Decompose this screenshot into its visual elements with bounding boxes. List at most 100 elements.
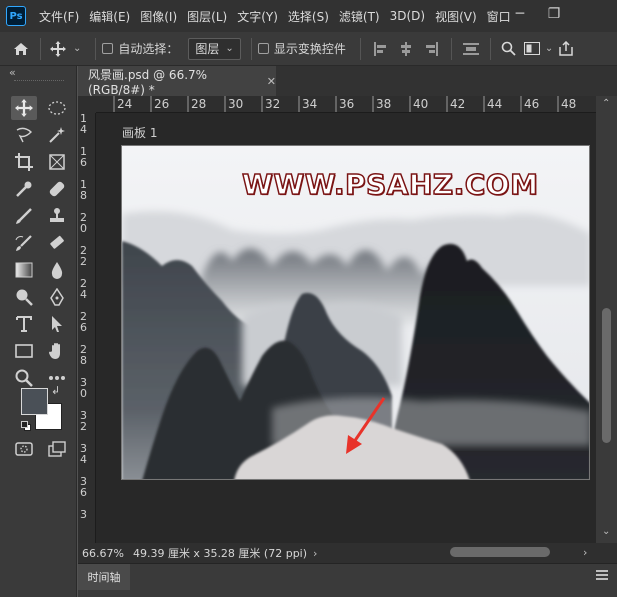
ruler-label: 48: [561, 97, 577, 111]
chevron-down-icon[interactable]: ⌄: [73, 43, 81, 54]
ruler-label: 42: [450, 97, 466, 111]
share-icon[interactable]: [555, 41, 577, 56]
divider: [95, 37, 97, 60]
watermark-text: WWW.PSAHZ.COM: [241, 167, 539, 202]
chevron-down-icon: ⌄: [225, 43, 234, 54]
zoom-level[interactable]: 66.67%: [82, 547, 124, 560]
menu-bar: Ps 文件(F) 编辑(E) 图像(I) 图层(L) 文字(Y) 选择(S) 滤…: [0, 0, 617, 32]
ruler-label: 3: [80, 508, 87, 521]
minimize-button[interactable]: ─: [506, 0, 534, 28]
hand-icon[interactable]: [44, 339, 70, 363]
artboard-label[interactable]: 画板 1: [122, 124, 157, 141]
align-left-icon[interactable]: [367, 41, 393, 56]
menu-layer[interactable]: 图层(L): [182, 8, 232, 25]
status-menu-arrow[interactable]: ›: [313, 547, 317, 560]
healing-icon[interactable]: [44, 177, 70, 201]
menu-edit[interactable]: 编辑(E): [84, 8, 135, 25]
panel-menu-icon[interactable]: [596, 569, 608, 583]
type-icon[interactable]: [11, 312, 37, 336]
timeline-tab[interactable]: 时间轴: [78, 564, 130, 590]
vertical-ruler[interactable]: 1 4 1 6 1 8 2 0 2 2 2 4 2 6 2 8 3 0 3 2 …: [78, 113, 96, 543]
menu-file[interactable]: 文件(F): [34, 8, 84, 25]
magic-wand-icon[interactable]: [44, 123, 70, 147]
scroll-up-icon[interactable]: ⌃: [602, 98, 610, 109]
artboard-canvas[interactable]: WWW.PSAHZ.COM: [121, 145, 590, 480]
divider: [450, 37, 452, 60]
ruler-label: 26: [154, 97, 170, 111]
history-brush-icon[interactable]: [11, 231, 37, 255]
close-icon[interactable]: ✕: [267, 75, 276, 88]
crop-icon[interactable]: [11, 150, 37, 174]
menu-filter[interactable]: 滤镜(T): [334, 8, 385, 25]
vertical-scroll-thumb[interactable]: [602, 308, 611, 443]
tools-panel: « ↲: [0, 66, 77, 597]
document-tab[interactable]: 风景画.psd @ 66.7%(RGB/8#) * ✕: [78, 66, 276, 97]
collapse-panel-icon[interactable]: «: [9, 66, 16, 79]
restore-button[interactable]: ❐: [540, 0, 568, 28]
rectangle-icon[interactable]: [11, 339, 37, 363]
horizontal-ruler[interactable]: 24 26 28 30 32 34 36 38 40 42 44 46 48: [96, 96, 596, 113]
ruler-label: 2 4: [80, 277, 87, 301]
horizontal-scroll-thumb[interactable]: [450, 547, 550, 557]
menu-view[interactable]: 视图(V): [430, 8, 482, 25]
layer-select-dropdown[interactable]: 图层 ⌄: [188, 37, 241, 60]
document-title: 风景画.psd @ 66.7%(RGB/8#) *: [88, 67, 208, 97]
chevron-down-icon[interactable]: ⌄: [545, 43, 553, 54]
ruler-label: 3 0: [80, 376, 87, 400]
align-right-icon[interactable]: [419, 41, 445, 56]
timeline-panel: 时间轴: [78, 563, 617, 597]
show-transform-checkbox[interactable]: [257, 43, 269, 54]
menu-3d[interactable]: 3D(D): [385, 9, 430, 23]
ruler-label: 34: [302, 97, 318, 111]
ruler-label: 3 4: [80, 442, 87, 466]
blur-icon[interactable]: [44, 258, 70, 282]
lasso-icon[interactable]: [11, 123, 37, 147]
gradient-icon[interactable]: [11, 258, 37, 282]
menu-type[interactable]: 文字(Y): [232, 8, 283, 25]
eraser-icon[interactable]: [44, 231, 70, 255]
scroll-right-icon[interactable]: ›: [583, 546, 587, 559]
home-icon[interactable]: [8, 37, 34, 61]
frame-icon[interactable]: [521, 42, 543, 55]
align-center-icon[interactable]: [393, 41, 419, 56]
default-colors-icon[interactable]: [21, 421, 31, 431]
divider: [489, 37, 491, 60]
ruler-label: 28: [191, 97, 207, 111]
brush-icon[interactable]: [11, 204, 37, 228]
stamp-icon[interactable]: [44, 204, 70, 228]
dodge-icon[interactable]: [11, 285, 37, 309]
ruler-label: 38: [376, 97, 392, 111]
move-tool-icon[interactable]: [11, 96, 37, 120]
photoshop-logo-icon[interactable]: Ps: [6, 6, 26, 26]
distribute-icon[interactable]: [458, 42, 484, 56]
divider: [359, 37, 361, 60]
ruler-label: 46: [524, 97, 540, 111]
canvas-workspace[interactable]: 画板 1 WWW.PSAHZ.COM: [96, 113, 596, 543]
move-icon[interactable]: [47, 37, 69, 61]
eyedropper-icon[interactable]: [11, 177, 37, 201]
auto-select-checkbox[interactable]: [102, 43, 114, 54]
options-bar: ⌄ 自动选择： 图层 ⌄ 显示变换控件 ⌄: [0, 32, 617, 66]
ruler-label: 36: [339, 97, 355, 111]
ruler-label: 2 0: [80, 211, 87, 235]
ruler-label: 3 6: [80, 475, 87, 499]
panel-grip: [14, 80, 64, 83]
ruler-label: 32: [265, 97, 281, 111]
pen-icon[interactable]: [44, 285, 70, 309]
menu-select[interactable]: 选择(S): [283, 8, 334, 25]
auto-select-label: 自动选择：: [118, 42, 179, 56]
path-select-icon[interactable]: [44, 312, 70, 336]
ruler-corner[interactable]: [78, 96, 96, 113]
scroll-down-icon[interactable]: ⌄: [602, 526, 610, 537]
menu-image[interactable]: 图像(I): [135, 8, 182, 25]
zoom-icon[interactable]: [11, 366, 37, 390]
frame-tool-icon[interactable]: [44, 150, 70, 174]
swap-colors-icon[interactable]: ↲: [51, 384, 60, 397]
marquee-icon[interactable]: [44, 96, 70, 120]
screenmode-icon[interactable]: [44, 437, 70, 461]
show-transform-label: 显示变换控件: [273, 42, 346, 56]
foreground-color-swatch[interactable]: [21, 388, 48, 415]
vertical-scrollbar[interactable]: ⌃ ⌄: [596, 96, 617, 543]
quickmask-icon[interactable]: [11, 437, 37, 461]
search-icon[interactable]: [497, 41, 521, 56]
